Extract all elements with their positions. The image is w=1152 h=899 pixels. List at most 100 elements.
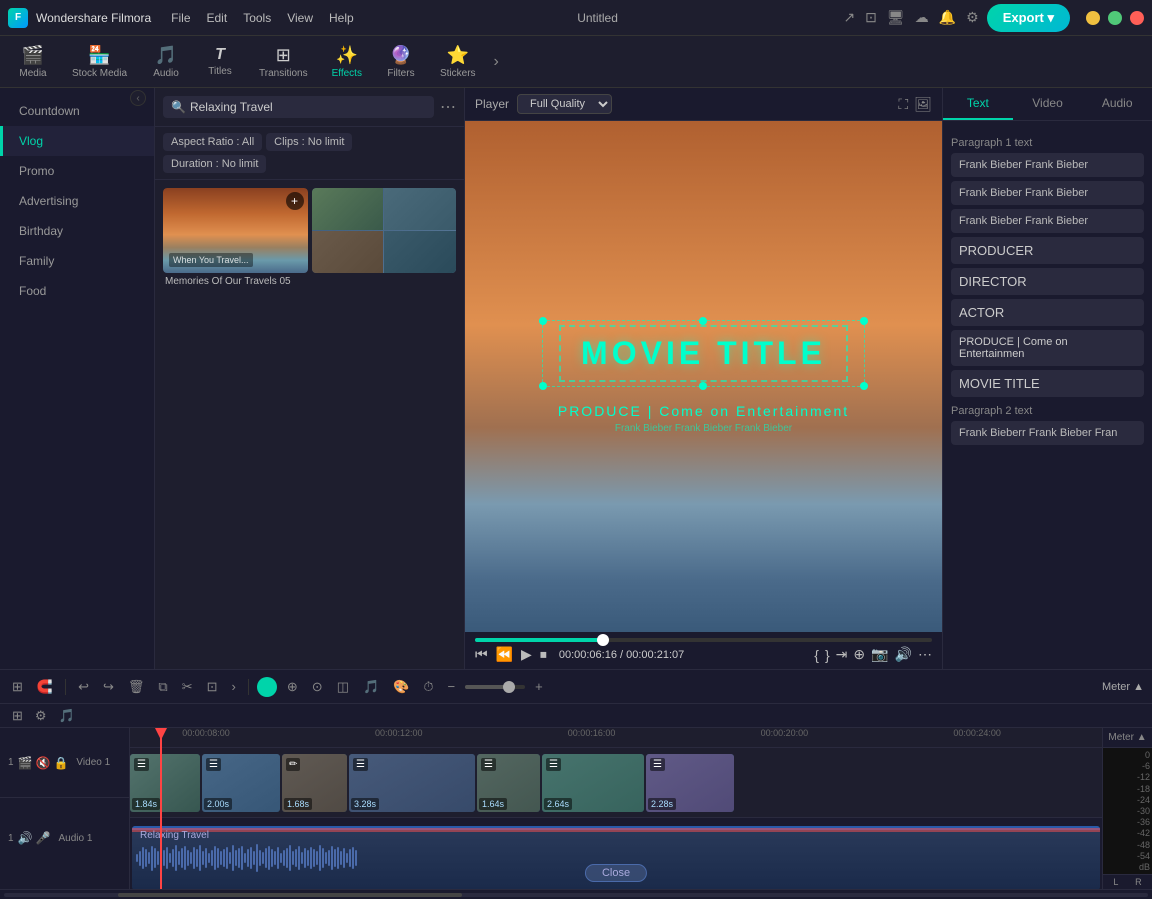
sidebar-item-vlog[interactable]: Vlog: [0, 126, 154, 156]
share-icon[interactable]: ↗: [841, 7, 857, 28]
tl-transform-button[interactable]: ⊡: [203, 677, 222, 697]
text-card-3[interactable]: Frank Bieber Frank Bieber: [951, 209, 1144, 233]
sidebar-item-food[interactable]: Food: [0, 276, 154, 306]
tl-copy-button[interactable]: ⧉: [154, 677, 171, 697]
menu-file[interactable]: File: [171, 11, 190, 25]
zoom-thumb[interactable]: [503, 681, 515, 693]
mute-icon[interactable]: 🔇: [36, 756, 51, 770]
tl-delete-button[interactable]: 🗑: [124, 677, 149, 697]
scrollbar-thumb[interactable]: [118, 893, 461, 897]
handle-tr[interactable]: [860, 317, 868, 325]
cloud-icon[interactable]: ☁: [913, 7, 931, 28]
snapshot-icon[interactable]: 🖼: [914, 96, 932, 113]
text-name-director[interactable]: DIRECTOR: [951, 268, 1144, 295]
movie-title-container[interactable]: MOVIE TITLE: [542, 320, 865, 387]
overwrite-button[interactable]: ⊕: [853, 646, 865, 663]
toolbar-filters[interactable]: 🔮 Filters: [376, 41, 426, 83]
tab-audio[interactable]: Audio: [1082, 88, 1152, 120]
menu-view[interactable]: View: [287, 11, 313, 25]
video-icon[interactable]: 🎬: [18, 756, 33, 770]
text-name-produce[interactable]: PRODUCE | Come on Entertainmen: [951, 330, 1144, 366]
play-button[interactable]: ▶: [521, 646, 532, 663]
fullscreen-icon[interactable]: ⛶: [898, 96, 908, 113]
tl-undo-button[interactable]: ↩: [74, 677, 93, 697]
rewind-button[interactable]: ⏮: [475, 646, 488, 663]
more-options-icon[interactable]: ⋯: [440, 97, 456, 117]
search-input[interactable]: [190, 100, 426, 114]
handle-tm[interactable]: [699, 317, 707, 325]
tl-split-button[interactable]: ⊞: [8, 677, 27, 697]
sidebar-collapse-button[interactable]: ‹: [130, 90, 146, 106]
text-card-para2[interactable]: Frank Bieberr Frank Bieber Fran: [951, 421, 1144, 445]
list-item[interactable]: When You Travel... + Memories Of Our Tra…: [163, 188, 308, 661]
minimize-button[interactable]: —: [1086, 11, 1100, 25]
add-item-icon[interactable]: +: [286, 192, 304, 210]
tl-crop-button[interactable]: ✂: [178, 677, 197, 697]
sidebar-item-promo[interactable]: Promo: [0, 156, 154, 186]
mark-in-button[interactable]: {: [814, 646, 819, 663]
tl-color-button[interactable]: 🎨: [389, 677, 413, 697]
tl-detach-button[interactable]: ⊙: [308, 677, 327, 697]
add-video-track[interactable]: ⊞: [8, 706, 27, 726]
export-button[interactable]: Export ▾: [987, 4, 1070, 32]
screen-icon[interactable]: ⊡: [863, 7, 879, 28]
video-clip-6[interactable]: ☰ 2.64s: [542, 754, 644, 812]
video-clip-3[interactable]: ✏ 1.68s: [282, 754, 347, 812]
handle-tl[interactable]: [539, 317, 547, 325]
video-clip-1[interactable]: ☰ 1.84s: [130, 754, 200, 812]
toolbar-stock[interactable]: 🏪 Stock Media: [62, 41, 137, 83]
menu-tools[interactable]: Tools: [243, 11, 271, 25]
insert-button[interactable]: ⇥: [836, 646, 848, 663]
text-card-2[interactable]: Frank Bieber Frank Bieber: [951, 181, 1144, 205]
audio-clip[interactable]: Relaxing Travel Close: [132, 826, 1100, 889]
toolbar-stickers[interactable]: ⭐ Stickers: [430, 41, 486, 83]
list-item[interactable]: [312, 188, 457, 661]
video-clip-4[interactable]: ☰ 3.28s: [349, 754, 475, 812]
audio-solo-icon[interactable]: 🎤: [36, 831, 51, 845]
tl-record-button[interactable]: [257, 677, 277, 697]
text-name-actor[interactable]: ACTOR: [951, 299, 1144, 326]
toolbar-effects[interactable]: ✨ Effects: [322, 41, 372, 83]
clips-filter[interactable]: Clips : No limit: [266, 133, 352, 151]
snapshot-ctrl-button[interactable]: 📷: [871, 646, 888, 663]
track-settings[interactable]: ⚙: [31, 706, 51, 726]
tl-vol-minus-button[interactable]: −: [444, 677, 460, 696]
handle-bl[interactable]: [539, 382, 547, 390]
video-clip-7[interactable]: ☰ 2.28s: [646, 754, 734, 812]
add-audio-track[interactable]: 🎵: [55, 706, 79, 726]
tl-group-button[interactable]: ◫: [333, 677, 353, 697]
tl-more-button[interactable]: ›: [228, 677, 240, 696]
volume-button[interactable]: 🔊: [895, 646, 912, 663]
sidebar-item-birthday[interactable]: Birthday: [0, 216, 154, 246]
video-clip-2[interactable]: ☰ 2.00s: [202, 754, 280, 812]
scrollbar-track[interactable]: [4, 893, 1148, 897]
zoom-slider[interactable]: [465, 685, 525, 689]
sidebar-item-advertising[interactable]: Advertising: [0, 186, 154, 216]
stop-button[interactable]: ⏹: [540, 646, 547, 663]
timeline-scrollbar[interactable]: [0, 889, 1152, 899]
text-name-producer[interactable]: PRODUCER: [951, 237, 1144, 264]
handle-bm[interactable]: [699, 382, 707, 390]
notification-icon[interactable]: 🔔: [937, 7, 958, 28]
toolbar-audio[interactable]: 🎵 Audio: [141, 41, 191, 83]
meter-toggle[interactable]: Meter ▲: [1102, 681, 1144, 693]
tl-vol-plus-button[interactable]: +: [531, 677, 547, 696]
close-button[interactable]: ✕: [1130, 11, 1144, 25]
more-controls-button[interactable]: ⋯: [918, 646, 932, 663]
toolbar-more-icon[interactable]: ›: [490, 49, 503, 75]
quality-select[interactable]: Full Quality Half Quality: [517, 94, 612, 114]
text-card-1[interactable]: Frank Bieber Frank Bieber: [951, 153, 1144, 177]
duration-filter[interactable]: Duration : No limit: [163, 155, 266, 173]
tl-redo-button[interactable]: ↪: [99, 677, 118, 697]
aspect-ratio-filter[interactable]: Aspect Ratio : All: [163, 133, 262, 151]
tl-add-button[interactable]: ⊕: [283, 677, 302, 697]
tab-video[interactable]: Video: [1013, 88, 1083, 120]
lock-icon[interactable]: 🔒: [53, 756, 68, 770]
tl-speed-button[interactable]: ⏱: [419, 677, 437, 697]
tl-magnet-button[interactable]: 🧲: [33, 677, 57, 697]
toolbar-media[interactable]: 🎬 Media: [8, 41, 58, 83]
menu-edit[interactable]: Edit: [207, 11, 228, 25]
meter-header[interactable]: Meter ▲: [1103, 728, 1152, 748]
progress-bar[interactable]: [475, 638, 932, 642]
step-back-button[interactable]: ⏪: [496, 646, 513, 663]
